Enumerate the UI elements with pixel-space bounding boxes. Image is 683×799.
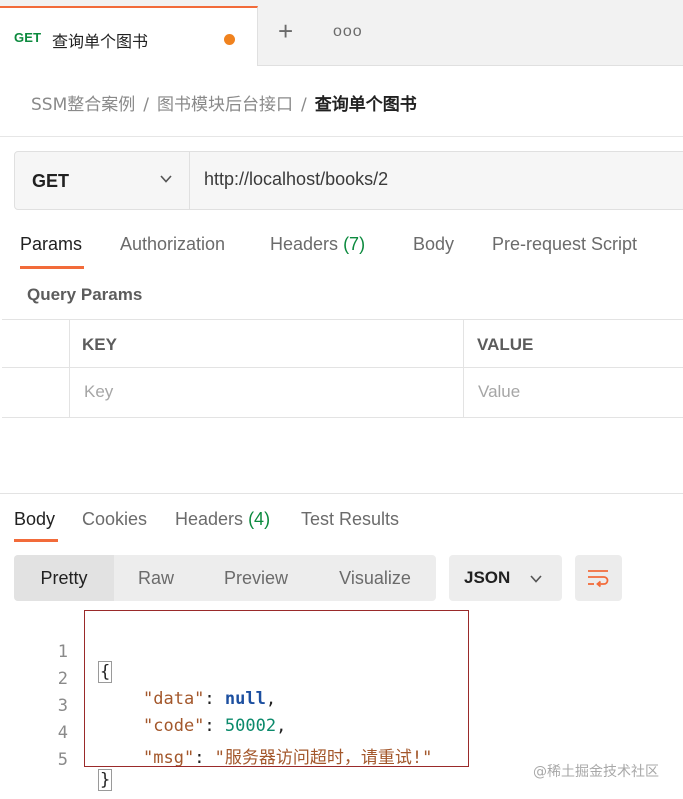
key-input[interactable]: Key	[84, 382, 113, 402]
wrap-lines-icon	[588, 570, 609, 588]
request-tabs: Params Authorization Headers (7) Body Pr…	[0, 234, 683, 274]
response-tab-headers-label: Headers	[175, 509, 244, 529]
value-column-header: VALUE	[477, 335, 534, 354]
tab-params[interactable]: Params	[20, 234, 82, 255]
url-bar: GET http://localhost/books/2	[14, 151, 683, 210]
divider	[69, 320, 70, 418]
active-tab-indicator	[14, 539, 58, 542]
tab-prerequest-script[interactable]: Pre-request Script	[492, 234, 637, 255]
chevron-down-icon	[530, 575, 542, 583]
view-visualize-button[interactable]: Visualize	[314, 555, 436, 601]
tab-headers[interactable]: Headers (7)	[270, 234, 365, 255]
highlight-box	[84, 610, 469, 767]
view-mode-bar: Pretty Raw Preview Visualize	[14, 555, 436, 601]
divider	[463, 320, 464, 418]
add-tab-button[interactable]: +	[278, 18, 293, 44]
watermark: @稀土掘金技术社区	[533, 764, 659, 780]
tab-bar: GET 查询单个图书 + ooo	[0, 0, 683, 66]
value-input[interactable]: Value	[478, 382, 520, 402]
code-text: }	[98, 769, 113, 791]
divider	[0, 493, 683, 494]
tab-authorization[interactable]: Authorization	[120, 234, 225, 255]
tab-headers-label: Headers	[270, 234, 339, 254]
line-number: 5	[57, 750, 68, 770]
tab-title: 查询单个图书	[52, 32, 149, 51]
active-tab-indicator	[20, 266, 84, 269]
response-tab-cookies[interactable]: Cookies	[82, 509, 147, 530]
breadcrumb: SSM整合案例 / 图书模块后台接口 / 查询单个图书	[31, 90, 417, 115]
divider	[0, 136, 683, 137]
breadcrumb-separator: /	[143, 95, 149, 115]
wrap-lines-button[interactable]	[575, 555, 622, 601]
view-preview-button[interactable]: Preview	[198, 555, 314, 601]
url-input[interactable]: http://localhost/books/2	[204, 169, 388, 190]
response-tab-body[interactable]: Body	[14, 509, 55, 530]
response-tab-test-results[interactable]: Test Results	[301, 509, 399, 530]
close-brace: }	[98, 769, 113, 791]
view-pretty-button[interactable]: Pretty	[14, 555, 114, 601]
breadcrumb-current[interactable]: 查询单个图书	[315, 95, 417, 115]
chevron-down-icon	[160, 175, 172, 183]
more-options-button[interactable]: ooo	[333, 23, 363, 41]
headers-count-badge: (7)	[343, 234, 366, 254]
request-tab[interactable]: GET 查询单个图书	[0, 6, 258, 66]
format-select[interactable]: JSON	[449, 555, 562, 601]
format-label: JSON	[464, 568, 511, 587]
params-table: KEY VALUE Key Value	[2, 319, 683, 418]
breadcrumb-item-folder[interactable]: 图书模块后台接口	[157, 95, 293, 115]
response-headers-count-badge: (4)	[248, 509, 271, 529]
tab-method-label: GET	[14, 30, 42, 45]
breadcrumb-separator: /	[300, 95, 307, 115]
breadcrumb-item-collection[interactable]: SSM整合案例	[31, 95, 135, 115]
query-params-label: Query Params	[27, 285, 143, 304]
method-label: GET	[32, 171, 70, 191]
response-tab-headers[interactable]: Headers (4)	[175, 509, 270, 530]
view-raw-button[interactable]: Raw	[114, 555, 198, 601]
key-column-header: KEY	[82, 335, 117, 354]
unsaved-dot-icon	[224, 34, 235, 45]
method-select[interactable]: GET	[15, 152, 190, 209]
tab-body[interactable]: Body	[413, 234, 454, 255]
